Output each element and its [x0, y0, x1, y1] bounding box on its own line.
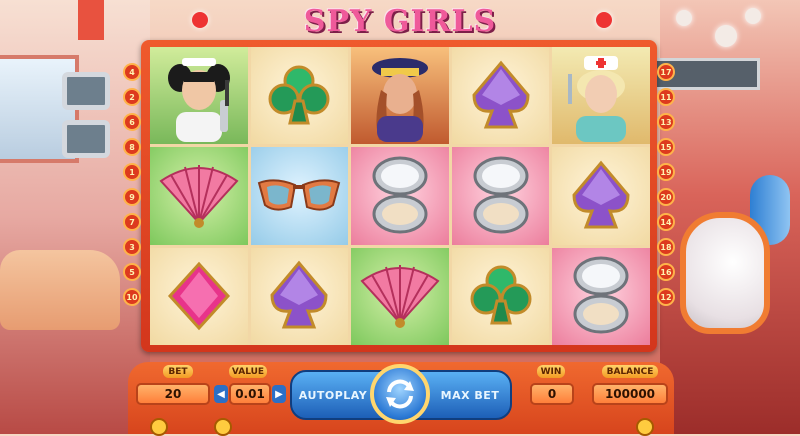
sunglasses-icon [258, 179, 341, 211]
console-knob [214, 418, 232, 436]
background-lamp [596, 12, 612, 28]
payline-indicator[interactable]: 15 [657, 138, 675, 156]
value-display: 0.01 [229, 383, 271, 405]
reel-cell [150, 147, 248, 245]
reel-cell [250, 47, 349, 145]
pink-diamond-gem-icon [167, 262, 230, 331]
payline-indicator[interactable]: 16 [657, 263, 675, 281]
reel-grid [150, 47, 650, 345]
payline-indicator[interactable]: 10 [123, 288, 141, 306]
balance-display: 100000 [592, 383, 668, 405]
bet-display: 20 [136, 383, 210, 405]
pink-fan-icon [159, 164, 239, 228]
background-lamp [745, 8, 761, 24]
reel-cell [150, 47, 248, 145]
payline-indicator[interactable]: 18 [657, 238, 675, 256]
payline-indicator[interactable]: 20 [657, 188, 675, 206]
autoplay-button[interactable]: AUTOPLAY [298, 385, 368, 405]
payline-indicators-left: 4 2 6 8 1 9 7 3 5 10 [123, 63, 141, 306]
payline-indicator[interactable]: 9 [123, 188, 141, 206]
payline-indicator[interactable]: 12 [657, 288, 675, 306]
payline-indicator[interactable]: 7 [123, 213, 141, 231]
reel-cell [552, 147, 650, 245]
value-decrease-button[interactable]: ◀ [214, 385, 228, 403]
compact-mirror-icon [372, 156, 428, 234]
console-knob [636, 418, 654, 436]
spade-gem-icon [472, 60, 530, 129]
nurse-girl-portrait-icon [568, 55, 627, 142]
background-tv [62, 72, 110, 110]
background-sofa [0, 250, 120, 330]
reel-cell [451, 247, 550, 345]
payline-indicator[interactable]: 1 [123, 163, 141, 181]
reel-cell [451, 47, 550, 145]
value-label: VALUE [229, 365, 267, 378]
background-pillar [78, 0, 104, 40]
win-display: 0 [530, 383, 574, 405]
payline-indicator[interactable]: 19 [657, 163, 675, 181]
reel-cell [351, 247, 449, 345]
value-increase-button[interactable]: ▶ [272, 385, 286, 403]
background-lamp [192, 12, 208, 28]
background-lamp [676, 10, 692, 26]
compact-mirror-icon [573, 256, 629, 334]
girl-pigtails-portrait-icon [167, 57, 230, 142]
payline-indicator[interactable]: 3 [123, 238, 141, 256]
max-bet-button[interactable]: MAX BET [436, 385, 504, 405]
payline-indicator[interactable]: 17 [657, 63, 675, 81]
payline-indicators-right: 17 11 13 15 19 20 14 18 16 12 [657, 63, 675, 306]
club-gem-icon [268, 65, 330, 125]
pink-fan-icon [360, 265, 440, 329]
reel-cell [250, 147, 349, 245]
reel-cell [451, 147, 550, 245]
balance-label: BALANCE [602, 365, 658, 378]
reel-cell [351, 47, 449, 145]
spade-gem-icon [572, 160, 630, 229]
payline-indicator[interactable]: 2 [123, 88, 141, 106]
spade-gem-icon [270, 261, 328, 329]
reel-cell [351, 147, 449, 245]
payline-indicator[interactable]: 14 [657, 213, 675, 231]
club-gem-icon [470, 265, 532, 325]
payline-indicator[interactable]: 4 [123, 63, 141, 81]
reel-cell [552, 247, 650, 345]
background-egg-chair [680, 212, 770, 334]
police-girl-portrait-icon [371, 57, 428, 142]
spin-arrows-icon [386, 379, 414, 409]
reel-cell [250, 247, 349, 345]
reel-cell [552, 47, 650, 145]
payline-indicator[interactable]: 11 [657, 88, 675, 106]
console-knob [150, 418, 168, 436]
background-lamp [715, 25, 737, 47]
background-tv [62, 120, 110, 158]
payline-indicator[interactable]: 5 [123, 263, 141, 281]
spin-button[interactable] [370, 364, 430, 424]
payline-indicator[interactable]: 13 [657, 113, 675, 131]
bet-label: BET [163, 365, 193, 378]
win-label: WIN [537, 365, 565, 378]
payline-indicator[interactable]: 8 [123, 138, 141, 156]
reel-cell [150, 247, 248, 345]
compact-mirror-icon [473, 156, 529, 234]
payline-indicator[interactable]: 6 [123, 113, 141, 131]
